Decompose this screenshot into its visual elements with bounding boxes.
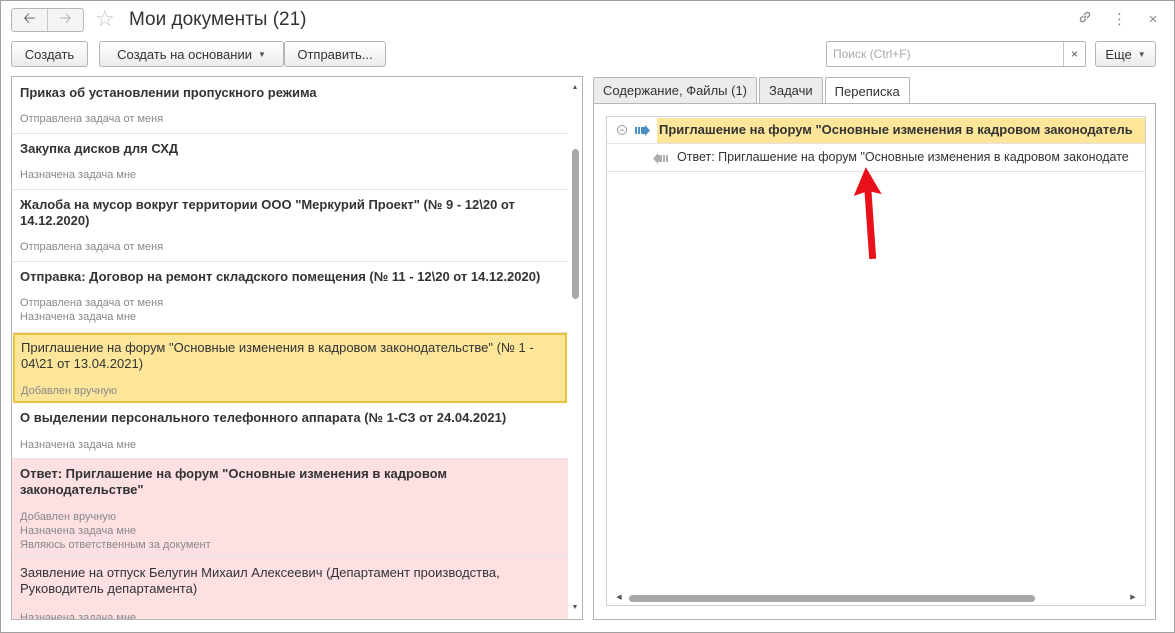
create-button-label: Создать <box>24 46 75 62</box>
document-title: Отправка: Договор на ремонт складского п… <box>20 269 541 284</box>
link-icon[interactable] <box>1078 10 1092 28</box>
document-title: Жалоба на мусор вокруг территории ООО "М… <box>20 197 515 228</box>
tab-label: Задачи <box>769 83 813 98</box>
search-field: × <box>826 41 1086 67</box>
document-status: Отправлена задача от меня <box>20 113 164 125</box>
documents-list[interactable]: Приказ об установлении пропускного режим… <box>11 76 583 620</box>
document-status: Добавлен вручную <box>20 511 117 523</box>
more-button-label: Еще <box>1105 46 1132 62</box>
more-vertical-icon[interactable]: ⋮ <box>1112 10 1127 28</box>
parent-document-title: Приглашение на форум "Основные изменения… <box>659 122 1133 137</box>
page-title: Мои документы (21) <box>129 9 307 30</box>
list-item[interactable]: О выделении персонального телефонного ап… <box>12 403 568 459</box>
close-icon[interactable]: × <box>1146 11 1160 28</box>
document-title: Закупка дисков для СХД <box>20 141 179 156</box>
scroll-down-icon[interactable]: ▼ <box>568 601 582 615</box>
window: 🡠 🡢 ☆ Мои документы (21) ⋮ × Создать Соз… <box>0 0 1175 633</box>
list-item[interactable]: Ответ: Приглашение на форум "Основные из… <box>12 459 568 557</box>
command-bar: Создать Создать на основании ▼ Отправить.… <box>11 41 1164 67</box>
dropdown-arrow-icon: ▼ <box>257 49 266 59</box>
document-status: Назначена задача мне <box>20 311 137 323</box>
tab-label: Содержание, Файлы (1) <box>603 83 748 98</box>
list-item-selected[interactable]: Приглашение на форум "Основные изменения… <box>13 333 567 403</box>
dropdown-arrow-icon: ▼ <box>1137 49 1146 59</box>
list-item[interactable]: Отправка: Договор на ремонт складского п… <box>12 262 568 333</box>
create-button[interactable]: Создать <box>11 41 88 67</box>
tab-label: Переписка <box>834 83 900 99</box>
document-status: Назначена задача мне <box>20 525 137 537</box>
document-status: Отправлена задача от меня <box>20 297 164 309</box>
scrollbar-thumb[interactable] <box>629 595 1035 602</box>
title-bar: 🡠 🡢 ☆ Мои документы (21) ⋮ × <box>11 7 1164 33</box>
document-title: О выделении персонального телефонного ап… <box>20 410 507 425</box>
document-status: Являюсь ответственным за документ <box>20 539 211 551</box>
child-document-title: Ответ: Приглашение на форум "Основные из… <box>677 150 1129 164</box>
document-title: Заявление на отпуск Белугин Михаил Алекс… <box>20 565 500 596</box>
collapse-icon[interactable]: − <box>617 125 627 135</box>
outgoing-arrow-icon <box>635 125 650 136</box>
tab-bar: Содержание, Файлы (1) Задачи Переписка <box>593 77 912 104</box>
clear-search-button[interactable]: × <box>1063 42 1085 66</box>
back-button[interactable]: 🡠 <box>12 9 47 31</box>
scrollbar-thumb[interactable] <box>572 149 579 299</box>
star-icon[interactable]: ☆ <box>95 7 115 31</box>
tab-content-files[interactable]: Содержание, Файлы (1) <box>593 77 758 103</box>
tab-correspondence[interactable]: Переписка <box>824 77 910 104</box>
document-status: Назначена задача мне <box>20 169 137 181</box>
document-status: Отправлена задача от меня <box>20 241 164 253</box>
navigation-buttons: 🡠 🡢 <box>11 8 84 32</box>
list-item[interactable]: Приказ об установлении пропускного режим… <box>12 77 568 134</box>
annotation-arrow-icon <box>853 167 882 260</box>
forward-button[interactable]: 🡢 <box>47 9 83 31</box>
list-item[interactable]: Жалоба на мусор вокруг территории ООО "М… <box>12 190 568 262</box>
horizontal-scrollbar[interactable]: ◀ ▶ <box>607 591 1145 605</box>
scroll-left-icon[interactable]: ◀ <box>613 591 625 605</box>
more-button[interactable]: Еще ▼ <box>1095 41 1156 67</box>
document-status: Добавлен вручную <box>21 385 118 397</box>
create-based-on-label: Создать на основании <box>117 46 252 62</box>
send-button[interactable]: Отправить... <box>284 41 386 67</box>
tab-tasks[interactable]: Задачи <box>759 77 823 103</box>
list-item[interactable]: Заявление на отпуск Белугин Михаил Алекс… <box>12 557 568 620</box>
document-status: Назначена задача мне <box>20 612 137 620</box>
vertical-scrollbar[interactable]: ▲ ▼ <box>568 77 582 619</box>
document-status: Назначена задача мне <box>20 439 137 451</box>
scroll-right-icon[interactable]: ▶ <box>1127 591 1139 605</box>
window-controls: ⋮ × <box>1078 10 1160 28</box>
document-title: Приглашение на форум "Основные изменения… <box>21 340 534 371</box>
search-input[interactable] <box>827 42 1063 66</box>
arrow-right-icon: 🡢 <box>59 9 72 27</box>
send-button-label: Отправить... <box>297 46 373 62</box>
create-based-on-button[interactable]: Создать на основании ▼ <box>99 41 284 67</box>
scroll-up-icon[interactable]: ▲ <box>568 81 582 95</box>
incoming-arrow-icon <box>653 153 668 164</box>
list-item[interactable]: Закупка дисков для СХД Назначена задача … <box>12 134 568 190</box>
document-title: Ответ: Приглашение на форум "Основные из… <box>20 466 448 497</box>
tree-row-parent[interactable]: − Приглашение на форум "Основные изменен… <box>607 117 1145 144</box>
document-title: Приказ об установлении пропускного режим… <box>20 85 317 100</box>
arrow-left-icon: 🡠 <box>23 9 36 27</box>
